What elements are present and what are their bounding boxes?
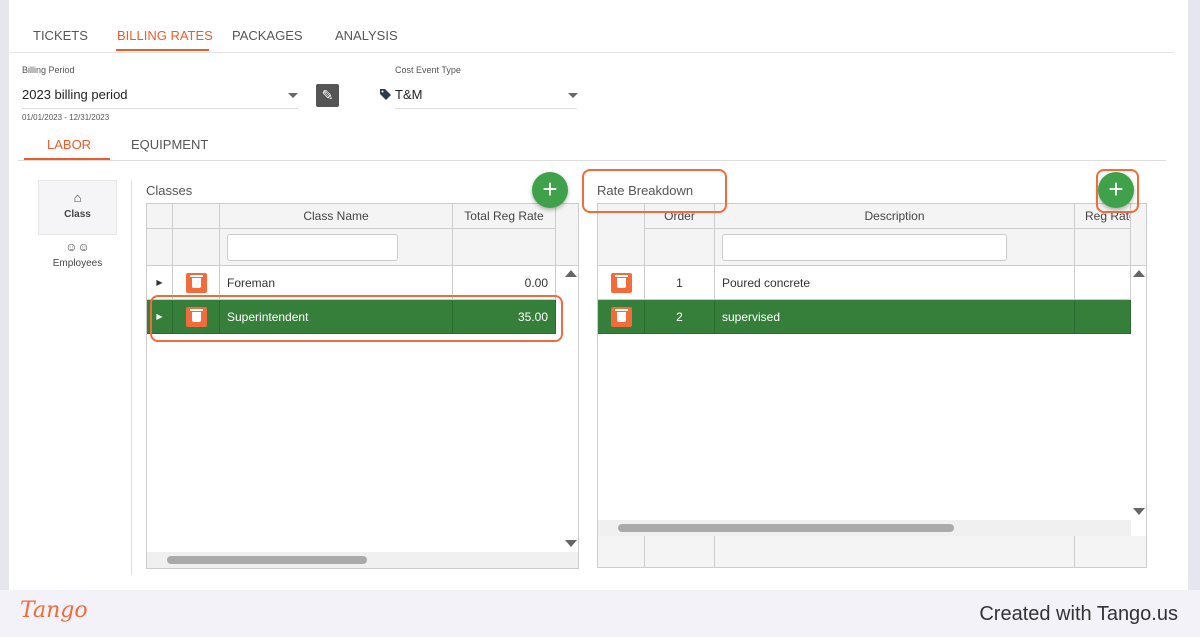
scrollbar-thumb[interactable]: [618, 524, 954, 532]
scroll-down-icon[interactable]: [1133, 508, 1145, 515]
header-class-name[interactable]: Class Name: [220, 204, 453, 229]
header-total-reg-rate[interactable]: Total Reg Rate: [453, 204, 556, 229]
tab-packages[interactable]: PACKAGES: [232, 28, 303, 43]
header-cell: [598, 204, 645, 266]
header-cell: [556, 204, 579, 266]
header-cell: [173, 204, 220, 229]
filter-cell: [173, 229, 220, 266]
trash-icon: [610, 306, 632, 327]
footer-cell: [598, 536, 645, 568]
class-name-filter-input[interactable]: [227, 234, 398, 261]
chevron-down-icon: [568, 93, 578, 98]
filter-cell: [453, 229, 556, 266]
tab-tickets[interactable]: TICKETS: [33, 28, 88, 43]
trash-icon: [185, 272, 207, 293]
billing-period-range: 01/01/2023 - 12/31/2023: [22, 113, 110, 122]
reg-rate-cell[interactable]: [1075, 300, 1131, 334]
reg-rate-cell[interactable]: [1075, 266, 1131, 300]
footer-credit: Created with Tango.us: [979, 603, 1178, 625]
trash-icon: [610, 272, 632, 293]
header-description[interactable]: Description: [715, 204, 1075, 229]
cost-event-type-select[interactable]: T&M: [395, 87, 577, 109]
filter-cell: [1075, 229, 1131, 266]
side-item-label: Employees: [52, 258, 103, 269]
filter-cell: [147, 229, 173, 266]
scroll-up-icon[interactable]: [1133, 270, 1145, 277]
order-cell[interactable]: 1: [645, 266, 715, 300]
footer-cell: [645, 536, 715, 568]
billing-period-label: Billing Period: [22, 65, 75, 75]
classes-title: Classes: [146, 183, 193, 198]
divider: [131, 180, 132, 575]
tag-icon: [380, 89, 391, 100]
classes-grid: Class Name Total Reg Rate ▶ Foreman 0.00…: [146, 203, 579, 569]
highlight-rate-breakdown: [582, 169, 727, 213]
scroll-down-icon[interactable]: [565, 540, 577, 547]
header-cell: [147, 204, 173, 229]
cost-event-type-value: T&M: [395, 87, 423, 102]
divider: [9, 52, 1175, 53]
description-filter-input[interactable]: [722, 234, 1007, 261]
tab-labor[interactable]: LABOR: [47, 137, 91, 152]
order-cell[interactable]: 2: [645, 300, 715, 334]
side-item-employees[interactable]: ☺☺ Employees: [38, 240, 117, 280]
tab-analysis[interactable]: ANALYSIS: [335, 28, 398, 43]
scroll-up-icon[interactable]: [565, 270, 577, 277]
pencil-icon: ✎: [321, 87, 334, 103]
delete-button[interactable]: [598, 300, 645, 334]
billing-period-select[interactable]: 2023 billing period: [22, 87, 298, 109]
delete-button[interactable]: [598, 266, 645, 300]
scrollbar-thumb[interactable]: [167, 556, 367, 564]
active-tab-indicator: [116, 49, 209, 51]
footer-cell: [1075, 536, 1147, 568]
plus-icon: +: [542, 174, 558, 204]
description-cell[interactable]: Poured concrete: [715, 266, 1075, 300]
highlight-selected-class: [150, 295, 563, 342]
chevron-down-icon: [288, 93, 298, 98]
side-item-label: Class: [64, 209, 91, 220]
tab-equipment[interactable]: EQUIPMENT: [131, 137, 208, 152]
highlight-add-rate-button: [1096, 169, 1139, 213]
billing-period-value: 2023 billing period: [22, 87, 128, 102]
header-cell: [1131, 204, 1147, 266]
tango-logo: Tango: [20, 598, 88, 623]
description-cell[interactable]: supervised: [715, 300, 1075, 334]
cost-event-type-label: Cost Event Type: [395, 65, 461, 75]
tab-billing-rates[interactable]: BILLING RATES: [117, 28, 213, 43]
graduation-cap-icon: ⌂: [73, 190, 82, 205]
side-item-class[interactable]: ⌂ Class: [38, 180, 117, 235]
rate-breakdown-grid: Order Description Reg Rate 1 Poured conc…: [597, 203, 1147, 568]
footer-cell: [715, 536, 1075, 568]
footer: Tango Created with Tango.us: [0, 590, 1200, 637]
add-class-button[interactable]: +: [532, 172, 568, 208]
users-icon: ☺☺: [65, 240, 90, 254]
edit-button[interactable]: ✎: [316, 84, 339, 107]
divider: [18, 160, 1166, 161]
filter-cell: [645, 229, 715, 266]
